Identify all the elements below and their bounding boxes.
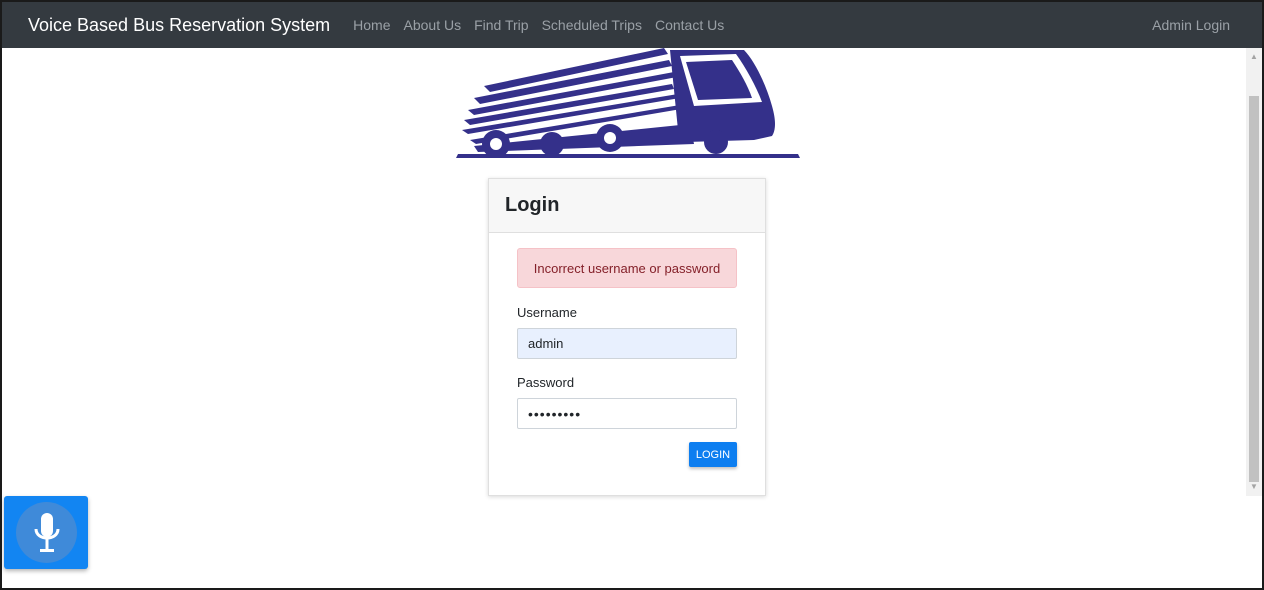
username-label: Username <box>517 305 577 320</box>
error-alert: Incorrect username or password <box>517 248 737 288</box>
nav-link-home[interactable]: Home <box>353 17 390 33</box>
microphone-icon[interactable] <box>16 502 77 563</box>
scroll-down-arrow-icon[interactable]: ▼ <box>1246 480 1262 494</box>
scrollbar-thumb[interactable] <box>1249 96 1259 482</box>
vertical-scrollbar[interactable]: ▲ ▼ <box>1246 48 1262 496</box>
navbar-brand[interactable]: Voice Based Bus Reservation System <box>28 15 330 36</box>
password-input[interactable]: ••••••••• <box>517 398 737 429</box>
login-title: Login <box>505 194 560 216</box>
login-card: Login Incorrect username or password Use… <box>488 178 766 496</box>
login-button[interactable]: LOGIN <box>689 442 737 467</box>
nav-link-find-trip[interactable]: Find Trip <box>474 17 528 33</box>
login-card-header: Login <box>489 179 765 233</box>
scroll-up-arrow-icon[interactable]: ▲ <box>1246 50 1262 64</box>
bus-logo-icon <box>456 48 800 158</box>
nav-link-contact-us[interactable]: Contact Us <box>655 17 724 33</box>
browser-frame: Voice Based Bus Reservation System Home … <box>0 0 1264 590</box>
navbar: Voice Based Bus Reservation System Home … <box>2 2 1262 48</box>
nav-link-admin-login[interactable]: Admin Login <box>1152 17 1230 33</box>
nav-link-about-us[interactable]: About Us <box>404 17 462 33</box>
username-input[interactable]: admin <box>517 328 737 359</box>
nav-link-scheduled-trips[interactable]: Scheduled Trips <box>542 17 642 33</box>
voice-assistant-button[interactable] <box>4 496 88 569</box>
password-label: Password <box>517 375 575 390</box>
